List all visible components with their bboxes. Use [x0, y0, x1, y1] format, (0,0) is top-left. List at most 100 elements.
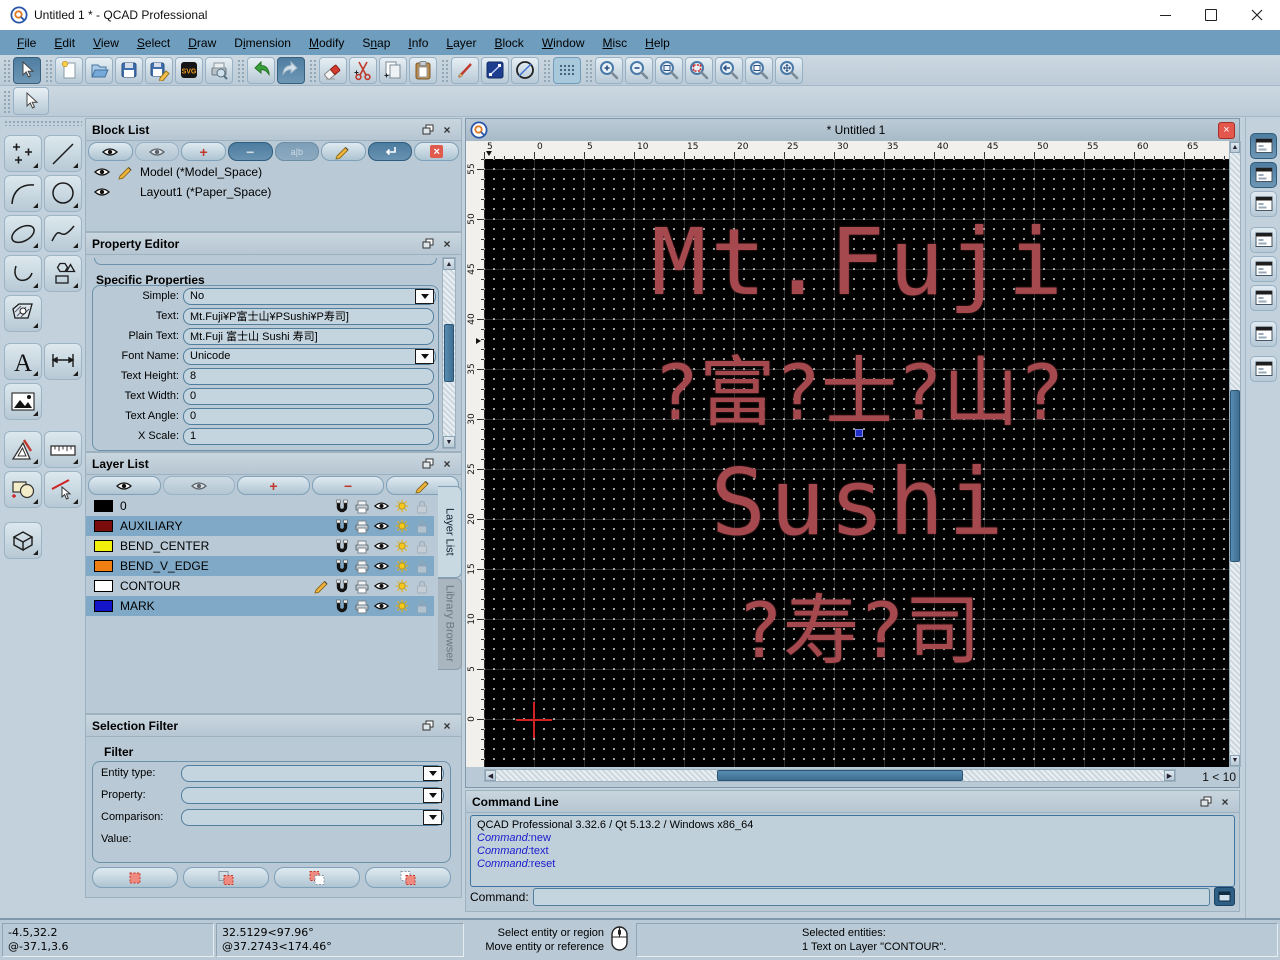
- layer-on-icon[interactable]: [393, 519, 410, 533]
- menu-block[interactable]: Block: [485, 33, 532, 53]
- layer-visible-icon[interactable]: [373, 560, 390, 572]
- arc-tools-button[interactable]: [4, 175, 42, 212]
- scroll-thumb[interactable]: [444, 324, 454, 382]
- hatch-tool-button[interactable]: [4, 295, 42, 332]
- dropdown-arrow-icon[interactable]: [423, 788, 442, 803]
- layer-on-icon[interactable]: [393, 579, 410, 593]
- layer-row[interactable]: 0: [86, 496, 434, 516]
- window-zoom-button[interactable]: [745, 57, 773, 84]
- toolbar-handle[interactable]: [236, 58, 244, 82]
- pan-button[interactable]: [775, 57, 803, 84]
- property-value-field[interactable]: Mt.Fuji 富士山 Sushi 寿司]: [183, 328, 434, 345]
- dock-toggle-reference-points[interactable]: [1250, 285, 1277, 311]
- restriction-off-button[interactable]: [511, 57, 539, 84]
- layer-lock-icon[interactable]: [413, 499, 430, 514]
- layer-snap-icon[interactable]: [333, 519, 350, 534]
- mdi-close-button[interactable]: ×: [1218, 122, 1235, 139]
- close-panel-icon[interactable]: ×: [439, 718, 455, 733]
- scroll-up-button[interactable]: ▲: [443, 258, 455, 270]
- menu-layer[interactable]: Layer: [437, 33, 485, 53]
- filter-value-field[interactable]: [181, 809, 444, 826]
- dropdown-arrow-icon[interactable]: [423, 766, 442, 781]
- add-block-button[interactable]: +: [181, 142, 226, 161]
- toolbar-handle[interactable]: [308, 58, 316, 82]
- menu-view[interactable]: View: [84, 33, 128, 53]
- menu-select[interactable]: Select: [128, 33, 179, 53]
- delete-entities-button[interactable]: [319, 57, 347, 84]
- polyline-tools-button[interactable]: [4, 255, 42, 292]
- property-scrollbar[interactable]: ▲▼: [442, 257, 456, 449]
- layer-row[interactable]: CONTOUR: [86, 576, 434, 596]
- scroll-left-button[interactable]: ◀: [485, 770, 496, 781]
- property-value-field[interactable]: 8: [183, 368, 434, 385]
- property-value-field[interactable]: Mt.Fuji¥P富士山¥PSushi¥P寿司]: [183, 308, 434, 325]
- selection-tool-button[interactable]: [13, 57, 41, 84]
- selection-option-button[interactable]: [13, 87, 49, 115]
- close-button[interactable]: [1234, 0, 1280, 30]
- menu-help[interactable]: Help: [636, 33, 679, 53]
- circle-tools-button[interactable]: [44, 175, 82, 212]
- canvas-horizontal-scrollbar[interactable]: ◀▶: [484, 769, 1176, 782]
- drawing-canvas[interactable]: Mt.Fuji?富?士?山?Sushi?寿?司: [484, 159, 1229, 767]
- menu-misc[interactable]: Misc: [594, 33, 637, 53]
- float-panel-icon[interactable]: [1198, 794, 1214, 809]
- open-file-button[interactable]: [85, 57, 113, 84]
- dock-toggle-library-browser[interactable]: [1250, 191, 1277, 217]
- dimension-tools-button[interactable]: [44, 343, 82, 380]
- layer-visible-icon[interactable]: [373, 600, 390, 612]
- block-row[interactable]: Layout1 (*Paper_Space): [86, 182, 461, 202]
- property-value-field[interactable]: 1: [183, 428, 434, 445]
- toolbox-handle[interactable]: [4, 120, 82, 126]
- new-file-button[interactable]: [55, 57, 83, 84]
- toolbar-handle[interactable]: [584, 58, 592, 82]
- save-button[interactable]: [115, 57, 143, 84]
- hide-all-layers-button[interactable]: [163, 476, 236, 495]
- menu-edit[interactable]: Edit: [45, 33, 84, 53]
- pencil-tool-button[interactable]: [451, 57, 479, 84]
- layer-print-icon[interactable]: [353, 559, 370, 574]
- measure-tools-button[interactable]: [44, 431, 82, 468]
- layer-snap-icon[interactable]: [333, 559, 350, 574]
- save-as-button[interactable]: [145, 57, 173, 84]
- layer-visible-icon[interactable]: [373, 500, 390, 512]
- layer-on-icon[interactable]: [393, 539, 410, 553]
- dock-toggle-command-line[interactable]: [1250, 321, 1277, 347]
- layer-row[interactable]: BEND_CENTER: [86, 536, 434, 556]
- toolbar-handle[interactable]: [2, 89, 10, 113]
- layer-row[interactable]: MARK: [86, 596, 434, 616]
- side-tab-library-browser[interactable]: Library Browser: [438, 578, 462, 670]
- filter-add-button[interactable]: [183, 867, 269, 888]
- auto-zoom-button[interactable]: [655, 57, 683, 84]
- select-tools-button[interactable]: [44, 471, 82, 508]
- canvas-vertical-scrollbar[interactable]: ▲▼: [1229, 141, 1241, 767]
- zoom-out-button[interactable]: [625, 57, 653, 84]
- remove-layer-button[interactable]: −: [312, 476, 385, 495]
- scroll-thumb[interactable]: [1230, 390, 1240, 562]
- text-tool-button[interactable]: A: [4, 343, 42, 380]
- toolbar-handle[interactable]: [44, 58, 52, 82]
- float-panel-icon[interactable]: [420, 236, 436, 251]
- text-reference-point[interactable]: [855, 429, 863, 437]
- layer-lock-icon[interactable]: [413, 599, 430, 614]
- undo-button[interactable]: [247, 57, 275, 84]
- toolbar-handle[interactable]: [440, 58, 448, 82]
- solid-tools-button[interactable]: [4, 522, 42, 559]
- dock-toggle-property-editor[interactable]: [1250, 227, 1277, 253]
- layer-on-icon[interactable]: [393, 599, 410, 613]
- layer-print-icon[interactable]: [353, 579, 370, 594]
- image-tool-button[interactable]: [4, 383, 42, 420]
- layer-snap-icon[interactable]: [333, 579, 350, 594]
- filter-select-button[interactable]: [92, 867, 178, 888]
- menu-modify[interactable]: Modify: [300, 33, 353, 53]
- cut-button[interactable]: [349, 57, 377, 84]
- layer-snap-icon[interactable]: [333, 599, 350, 614]
- minimize-button[interactable]: [1142, 0, 1188, 30]
- property-value-field[interactable]: 0: [183, 388, 434, 405]
- zoom-in-button[interactable]: [595, 57, 623, 84]
- zoom-to-selection-button[interactable]: [685, 57, 713, 84]
- dropdown-arrow-icon[interactable]: [415, 289, 434, 304]
- filter-value-field[interactable]: [181, 787, 444, 804]
- block-visibility[interactable]: [92, 166, 112, 178]
- close-panel-icon[interactable]: ×: [439, 236, 455, 251]
- point-tools-button[interactable]: [4, 135, 42, 172]
